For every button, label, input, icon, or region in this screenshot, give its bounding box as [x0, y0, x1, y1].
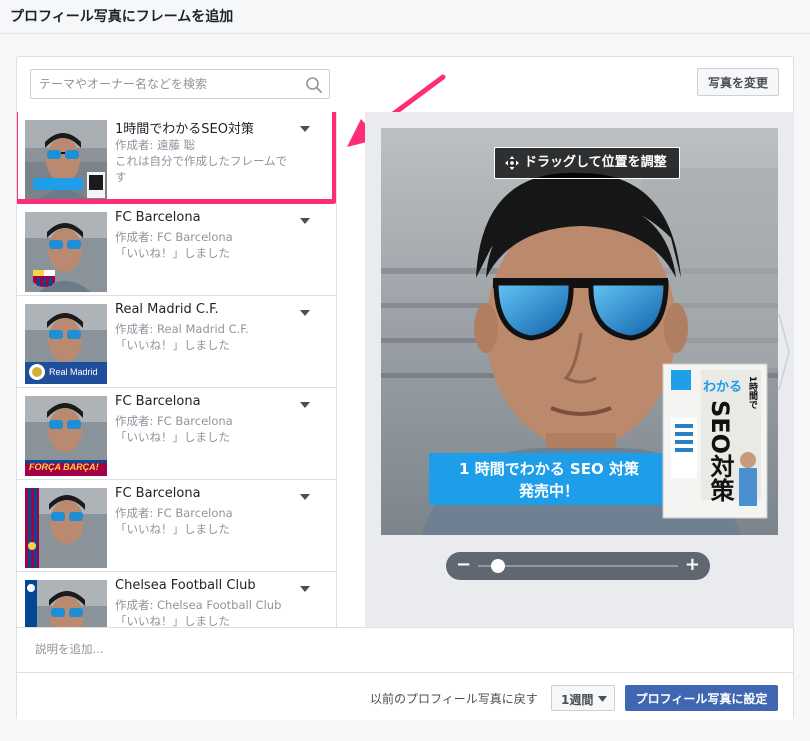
description-field[interactable]: 説明を追加...: [17, 627, 793, 672]
frame-author: 作成者: Real Madrid C.F.: [115, 322, 249, 336]
banner-line1: 1 時間でわかる SEO 対策: [459, 460, 639, 478]
revert-label: 以前のプロフィール写真に戻す: [370, 692, 538, 706]
frame-thumbnail: Real Madrid: [25, 304, 107, 384]
move-icon: [505, 156, 519, 170]
frame-note: 「いいね！」しました: [115, 522, 230, 536]
frame-dialog: 写真を変更 1時間でわかるSE: [16, 56, 794, 720]
drag-to-reposition-label[interactable]: ドラッグして位置を調整: [494, 147, 680, 179]
frame-item-seo[interactable]: 1時間でわかるSEO対策 作成者: 遠藤 聡 これは自分で作成したフレームです: [17, 112, 336, 204]
frame-author: 作成者: FC Barcelona: [115, 506, 233, 520]
frame-author: 作成者: FC Barcelona: [115, 230, 233, 244]
frame-thumbnail: [25, 488, 107, 568]
frame-title: Chelsea Football Club: [115, 578, 256, 593]
frame-meta: 作成者: 遠藤 聡 これは自分で作成したフレームです: [115, 137, 295, 185]
frame-note: 「いいね！」しました: [115, 246, 230, 260]
frame-meta: 作成者: Chelsea Football Club 「いいね！」しました: [115, 597, 295, 627]
frame-title: 1時間でわかるSEO対策: [115, 122, 254, 137]
duration-value: 1週間: [561, 693, 594, 707]
dialog-footer: 以前のプロフィール写真に戻す 1週間 プロフィール写真に設定: [17, 672, 793, 720]
frame-note: これは自分で作成したフレームです: [115, 154, 288, 184]
frame-title: FC Barcelona: [115, 394, 201, 409]
frame-title: FC Barcelona: [115, 486, 201, 501]
frame-list[interactable]: 1時間でわかるSEO対策 作成者: 遠藤 聡 これは自分で作成したフレームです: [17, 112, 337, 627]
search-input[interactable]: [31, 70, 291, 98]
search-icon[interactable]: [305, 76, 323, 94]
frame-author: 作成者: Chelsea Football Club: [115, 598, 282, 612]
caret-down-icon[interactable]: [299, 308, 311, 318]
set-profile-picture-button[interactable]: プロフィール写真に設定: [625, 685, 778, 711]
frame-author: 作成者: 遠藤 聡: [115, 138, 196, 152]
caret-down-icon[interactable]: [299, 584, 311, 594]
chevron-right-icon: [778, 313, 790, 391]
frame-note: 「いいね！」しました: [115, 338, 230, 352]
caret-down-icon[interactable]: [299, 400, 311, 410]
search-box[interactable]: [30, 69, 330, 99]
frame-note: 「いいね！」しました: [115, 430, 230, 444]
frame-meta: 作成者: FC Barcelona 「いいね！」しました: [115, 505, 295, 537]
change-photo-button[interactable]: 写真を変更: [697, 68, 779, 96]
dropdown-arrow-icon: [598, 696, 607, 702]
book-title-2: わかる: [703, 380, 743, 395]
drag-label-text: ドラッグして位置を調整: [524, 155, 667, 170]
book-title-3: SEO対策: [706, 400, 734, 503]
frame-thumbnail: [25, 212, 107, 292]
profile-photo-preview[interactable]: 1 時間でわかる SEO 対策 発売中！ 1時間で わかる SEO対策 ドラッグ…: [381, 128, 778, 535]
zoom-in-icon[interactable]: +: [685, 555, 700, 575]
frame-author: 作成者: FC Barcelona: [115, 414, 233, 428]
caret-down-icon[interactable]: [299, 216, 311, 226]
frame-meta: 作成者: FC Barcelona 「いいね！」しました: [115, 229, 295, 261]
thumb-caption: FORÇA BARÇA!: [29, 462, 99, 472]
frame-meta: 作成者: FC Barcelona 「いいね！」しました: [115, 413, 295, 445]
duration-dropdown[interactable]: 1週間: [551, 685, 615, 711]
frame-thumbnail: [25, 580, 107, 627]
zoom-slider[interactable]: − +: [446, 552, 710, 580]
zoom-track[interactable]: [478, 565, 678, 567]
frame-meta: 作成者: Real Madrid C.F. 「いいね！」しました: [115, 321, 295, 353]
caret-down-icon[interactable]: [299, 492, 311, 502]
caret-down-icon[interactable]: [299, 124, 311, 134]
frame-item-real-madrid[interactable]: Real Madrid Real Madrid C.F. 作成者: Real M…: [17, 296, 336, 388]
frame-item-chelsea[interactable]: Chelsea Football Club 作成者: Chelsea Footb…: [17, 572, 336, 627]
thumb-caption: Real Madrid: [49, 367, 98, 377]
frame-note: 「いいね！」しました: [115, 614, 230, 627]
frame-item-barcelona-forca[interactable]: FORÇA BARÇA! FC Barcelona 作成者: FC Barcel…: [17, 388, 336, 480]
preview-area: 1 時間でわかる SEO 対策 発売中！ 1時間で わかる SEO対策 ドラッグ…: [365, 112, 794, 627]
frame-item-barcelona[interactable]: FC Barcelona 作成者: FC Barcelona 「いいね！」しまし…: [17, 204, 336, 296]
frame-thumbnail: FORÇA BARÇA!: [25, 396, 107, 476]
frame-thumbnail: [25, 120, 107, 200]
frame-item-barcelona-stripes[interactable]: FC Barcelona 作成者: FC Barcelona 「いいね！」しまし…: [17, 480, 336, 572]
banner-line2: 発売中！: [518, 482, 579, 500]
zoom-out-icon[interactable]: −: [456, 555, 471, 575]
zoom-handle[interactable]: [491, 559, 505, 573]
frame-title: FC Barcelona: [115, 210, 201, 225]
frame-title: Real Madrid C.F.: [115, 302, 219, 317]
dialog-title: プロフィール写真にフレームを追加: [0, 0, 810, 34]
